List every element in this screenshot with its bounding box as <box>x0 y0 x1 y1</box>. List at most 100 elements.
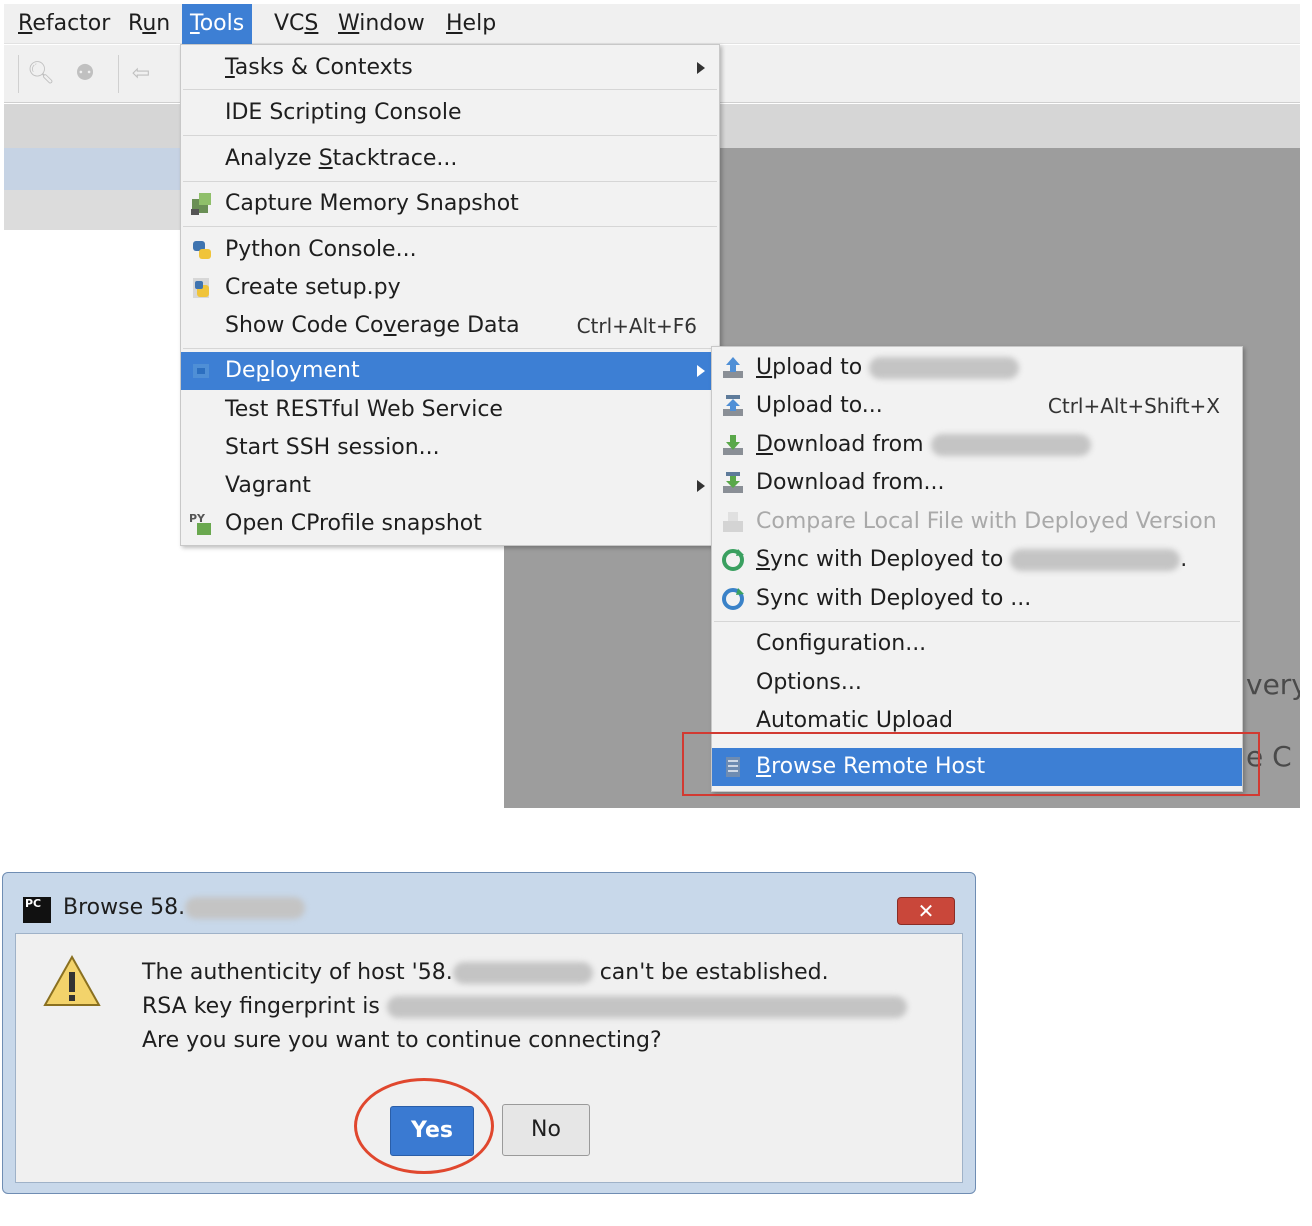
menu-item-analyze-stacktrace[interactable]: Analyze Stacktrace... <box>181 140 719 178</box>
pycharm-app-icon: PC <box>23 897 51 923</box>
menu-item-label: Sync with Deployed to ... <box>756 586 1032 611</box>
redacted-host <box>452 962 593 984</box>
menu-run[interactable]: Run <box>120 4 178 44</box>
menu-tools[interactable]: Tools <box>182 4 253 44</box>
menu-item-label: Options... <box>756 670 862 695</box>
download-from-icon <box>723 472 743 493</box>
search-user-icon[interactable]: ⚉ <box>70 59 100 89</box>
message-text: The authenticity of host '58. <box>142 960 453 985</box>
redacted-host <box>869 357 1020 379</box>
warning-icon <box>43 954 101 1006</box>
menu-separator <box>183 135 717 136</box>
menu-item-label: Configuration... <box>756 631 927 656</box>
menu-item-label: Sync with Deployed to . <box>756 547 1188 572</box>
host-authenticity-dialog: PC Browse 58. ✕ The authenticity of host… <box>2 872 976 1194</box>
project-panel-row <box>4 190 204 230</box>
menu-item-label: Analyze Stacktrace... <box>225 146 458 171</box>
menu-item-vagrant[interactable]: Vagrant <box>181 467 719 505</box>
menu-item-label: Open CProfile snapshot <box>225 511 482 536</box>
message-line-1: The authenticity of host '58. can't be e… <box>142 960 829 985</box>
menu-item-tasks-contexts[interactable]: Tasks & Contexts <box>181 49 719 87</box>
menu-item-label: Vagrant <box>225 473 311 498</box>
compare-icon <box>723 512 743 532</box>
submenu-item-upload-to[interactable]: Upload to... Ctrl+Alt+Shift+X <box>712 387 1242 425</box>
menu-item-python-console[interactable]: Python Console... <box>181 231 719 269</box>
menu-item-label: Upload to <box>756 349 1020 387</box>
message-text: RSA key fingerprint is <box>142 994 380 1019</box>
background-text: very <box>1246 668 1300 701</box>
no-button[interactable]: No <box>502 1104 590 1156</box>
menu-item-label: Start SSH session... <box>225 435 440 460</box>
menu-item-shortcut: Ctrl+Alt+F6 <box>576 314 697 338</box>
python-icon <box>193 241 211 259</box>
submenu-arrow-icon <box>697 480 705 492</box>
menu-separator <box>183 89 717 90</box>
message-line-2: RSA key fingerprint is <box>142 994 907 1019</box>
toolbar-separator <box>18 55 19 93</box>
menu-item-label: Create setup.py <box>225 275 401 300</box>
submenu-item-options[interactable]: Options... <box>712 664 1242 702</box>
menu-item-label: Compare Local File with Deployed Version <box>756 509 1217 534</box>
upload-icon <box>723 357 743 378</box>
menu-item-open-cprofile[interactable]: PY Open CProfile snapshot <box>181 505 719 543</box>
menu-item-deployment[interactable]: Deployment <box>181 352 719 390</box>
menu-item-label: IDE Scripting Console <box>225 100 462 125</box>
submenu-item-download-from-default[interactable]: Download from <box>712 426 1242 464</box>
submenu-item-sync-deployed[interactable]: Sync with Deployed to ... <box>712 580 1242 618</box>
menu-item-label: Deployment <box>225 358 360 383</box>
submenu-item-download-from[interactable]: Download from... <box>712 464 1242 502</box>
menu-separator <box>183 348 717 349</box>
menu-item-label: Python Console... <box>225 237 417 262</box>
upload-to-icon <box>723 395 743 416</box>
menu-bar: Refactor Run Tools VCS Window Help <box>4 4 1300 44</box>
deployment-icon <box>193 364 209 378</box>
dialog-title: Browse 58. <box>63 895 306 920</box>
menu-item-ide-scripting-console[interactable]: IDE Scripting Console <box>181 94 719 132</box>
submenu-item-compare-local: Compare Local File with Deployed Version <box>712 503 1242 541</box>
menu-item-label: Tasks & Contexts <box>225 55 413 80</box>
menu-item-test-restful[interactable]: Test RESTful Web Service <box>181 391 719 429</box>
submenu-item-configuration[interactable]: Configuration... <box>712 625 1242 663</box>
menu-refactor[interactable]: Refactor <box>10 4 118 44</box>
menu-help[interactable]: Help <box>438 4 504 44</box>
submenu-arrow-icon <box>697 365 705 377</box>
menu-item-capture-memory-snapshot[interactable]: Capture Memory Snapshot <box>181 185 719 223</box>
sync-icon <box>722 549 744 571</box>
menu-separator <box>714 621 1240 622</box>
memory-snapshot-icon <box>191 193 211 215</box>
download-icon <box>723 435 743 455</box>
menu-window[interactable]: Window <box>330 4 433 44</box>
deployment-submenu: Upload to Upload to... Ctrl+Alt+Shift+X … <box>711 346 1243 792</box>
redacted-host <box>930 434 1091 456</box>
sync-icon <box>722 588 744 610</box>
annotation-circle <box>354 1078 494 1174</box>
close-button[interactable]: ✕ <box>897 897 955 925</box>
project-panel-header <box>4 148 204 190</box>
setup-py-icon <box>193 278 209 298</box>
tools-menu: Tasks & Contexts IDE Scripting Console A… <box>180 44 720 546</box>
menu-item-create-setup-py[interactable]: Create setup.py <box>181 269 719 307</box>
menu-item-start-ssh[interactable]: Start SSH session... <box>181 429 719 467</box>
menu-vcs[interactable]: VCS <box>266 4 326 44</box>
redacted-host <box>185 897 306 919</box>
dialog-title-text: Browse 58. <box>63 895 186 920</box>
menu-item-label: Download from <box>756 426 1091 464</box>
menu-item-show-code-coverage[interactable]: Show Code Coverage Data Ctrl+Alt+F6 <box>181 307 719 345</box>
menu-item-label: Capture Memory Snapshot <box>225 191 519 216</box>
menu-item-label: Download from... <box>756 470 945 495</box>
cprofile-icon: PY <box>189 512 211 535</box>
back-arrow-icon[interactable]: ⇦ <box>126 59 156 89</box>
submenu-item-upload-to-default[interactable]: Upload to <box>712 349 1242 387</box>
redacted-fingerprint <box>386 996 907 1018</box>
toolbar-separator <box>118 55 119 93</box>
dialog-titlebar: PC Browse 58. ✕ <box>3 873 975 933</box>
annotation-highlight-box <box>682 732 1260 796</box>
menu-separator <box>183 226 717 227</box>
zoom-icon[interactable]: 🔍︎ <box>26 59 56 89</box>
message-text: can't be established. <box>599 960 829 985</box>
menu-item-label: Show Code Coverage Data <box>225 313 520 338</box>
message-line-3: Are you sure you want to continue connec… <box>142 1028 662 1053</box>
menu-separator <box>183 181 717 182</box>
redacted-host <box>1010 549 1181 571</box>
submenu-item-sync-deployed-default[interactable]: Sync with Deployed to . <box>712 541 1242 579</box>
